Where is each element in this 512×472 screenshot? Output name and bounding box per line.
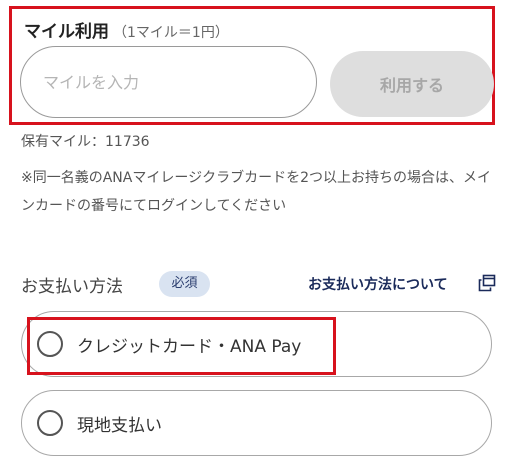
payment-method-about-link[interactable]: お支払い方法について bbox=[308, 274, 448, 294]
radio-button-icon[interactable] bbox=[37, 331, 63, 357]
mile-input[interactable] bbox=[20, 46, 317, 118]
mile-usage-title: マイル利用 （1マイル＝1円） bbox=[24, 17, 229, 42]
payment-method-label: お支払い方法 bbox=[21, 277, 123, 297]
mile-usage-heading: マイル利用 bbox=[24, 22, 109, 42]
mile-usage-section: マイル利用（1マイル＝1円） 利用する bbox=[9, 6, 495, 125]
held-miles-text: 保有マイル：11736 bbox=[21, 134, 150, 150]
radio-button-icon[interactable] bbox=[37, 410, 63, 436]
external-window-icon[interactable] bbox=[478, 274, 496, 292]
payment-option-credit-card[interactable]: クレジットカード・ANA Pay bbox=[21, 311, 492, 377]
mile-rate-note: （1マイル＝1円） bbox=[113, 25, 229, 41]
payment-option-label: クレジットカード・ANA Pay bbox=[77, 337, 302, 357]
required-badge: 必須 bbox=[159, 271, 210, 297]
use-miles-button[interactable]: 利用する bbox=[330, 51, 494, 117]
payment-option-onsite[interactable]: 現地支払い bbox=[21, 390, 492, 456]
payment-option-label: 現地支払い bbox=[77, 416, 162, 436]
login-notice: ※同一名義のANAマイレージクラブカードを2つ以上お持ちの場合は、メインカードの… bbox=[21, 170, 491, 214]
